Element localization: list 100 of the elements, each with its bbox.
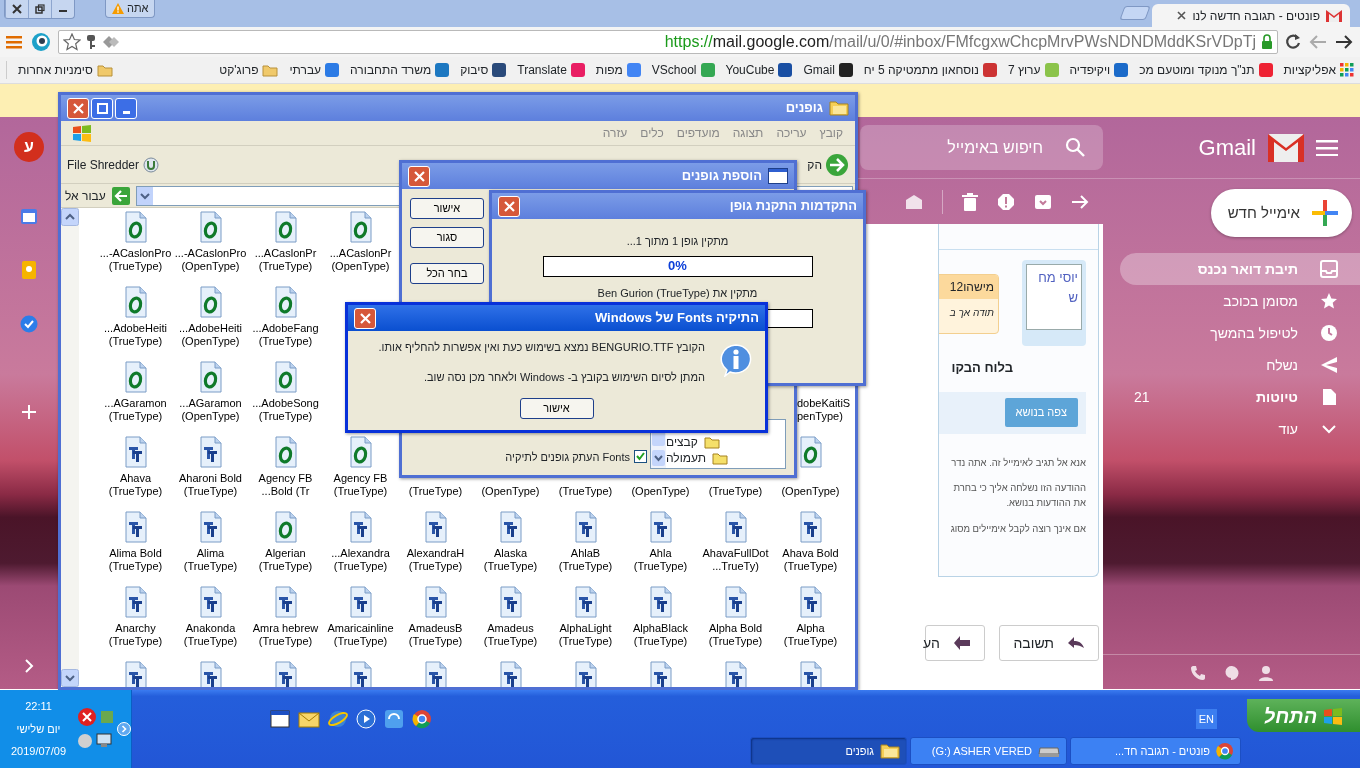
menu-item[interactable]: תצוגה <box>732 124 764 142</box>
font-type: (TrueType) <box>558 560 613 573</box>
menu-icon[interactable] <box>6 34 24 50</box>
font-type: (TrueType) <box>483 635 538 648</box>
reload-icon[interactable] <box>1284 33 1302 51</box>
nav-item[interactable]: עוד <box>1120 413 1360 445</box>
close-icon[interactable] <box>1177 11 1187 20</box>
font-type: (TrueType) <box>108 635 163 648</box>
chevron-icon[interactable] <box>117 722 131 736</box>
start-button[interactable]: התחל <box>1247 699 1360 732</box>
font-type: (TrueType) <box>258 560 313 573</box>
back-button[interactable]: הק <box>807 152 849 177</box>
view-topic-button[interactable]: צפה בנושא <box>1004 398 1078 427</box>
bookmark-label: משרד התחבורה <box>350 62 432 79</box>
file-name: ...AdobeHeiti <box>179 322 242 335</box>
star-icon[interactable] <box>63 33 81 51</box>
scrollbar[interactable] <box>61 208 79 687</box>
nav-item[interactable]: נשלח <box>1120 349 1360 381</box>
calendar-icon[interactable] <box>20 207 38 225</box>
menu-item[interactable]: עריכה <box>776 124 807 142</box>
bookmark-label[interactable]: סימניות אחרות <box>18 61 93 79</box>
checkbox[interactable] <box>634 450 647 464</box>
dropdown-icon[interactable] <box>136 186 153 205</box>
taskbar-button[interactable]: פונטים - תגובה חד... <box>1070 737 1241 765</box>
nav-item[interactable]: מסומן בכוכב <box>1120 285 1360 317</box>
key-icon[interactable] <box>86 34 96 50</box>
taskbar-button[interactable]: (G:) ASHER VERED <box>910 737 1067 765</box>
browser-tab[interactable]: פונטים - תגובה חדשה לנו <box>1152 4 1350 27</box>
plus-icon[interactable] <box>22 405 36 419</box>
file-name: Alpha Bold <box>708 622 763 635</box>
file-shredder-button[interactable]: File Shredder <box>67 155 160 174</box>
font-type: (OpenType) <box>481 485 540 498</box>
taskbar-button[interactable]: גופנים <box>750 737 907 765</box>
file-name: ...Alexandra <box>331 547 390 560</box>
star-icon <box>1320 292 1338 310</box>
ok-button[interactable]: אישור <box>519 398 594 419</box>
file-name: Alpha <box>796 622 825 635</box>
drive-icon <box>1038 744 1060 758</box>
folder-icon <box>712 451 729 465</box>
file-name: AhlaB <box>570 547 601 560</box>
file-name: ...-ACaslonPro <box>174 247 247 260</box>
nav-item[interactable]: לטיפול בהמשך <box>1120 317 1360 349</box>
font-type: (TrueType) <box>558 635 613 648</box>
close-icon <box>503 200 515 212</box>
bookmark-label: אפליקציות <box>1283 62 1336 79</box>
browser-icon[interactable] <box>412 708 432 729</box>
avatar[interactable]: ע <box>14 132 44 162</box>
chat-icon[interactable] <box>1224 665 1240 681</box>
windows-flag-icon <box>71 123 93 143</box>
language-indicator[interactable]: EN <box>1195 708 1217 730</box>
forward-arrow-icon[interactable] <box>1334 34 1354 50</box>
font-type: (TrueType) <box>183 560 238 573</box>
reply-button[interactable]: תשובה <box>999 625 1099 661</box>
profile-button[interactable]: אתה <box>105 0 156 18</box>
file-name: Ahava Bold <box>782 547 839 560</box>
detail-field <box>766 309 813 328</box>
forward-arrow-icon <box>954 636 970 650</box>
menu-item[interactable]: עזרה <box>602 124 628 142</box>
trash-icon[interactable] <box>962 192 978 211</box>
dialog-button[interactable]: אישור <box>410 198 484 219</box>
font-type: (OpenType) <box>181 335 240 348</box>
archive-icon[interactable] <box>1034 192 1052 211</box>
check-icon <box>636 452 645 462</box>
chevron-icon[interactable] <box>24 659 34 673</box>
bookmark-label: עברתי <box>289 62 322 79</box>
restore-icon <box>35 4 45 14</box>
forward-button[interactable]: הע <box>925 625 985 661</box>
ring-icon[interactable] <box>30 31 52 53</box>
site-icon <box>492 63 507 77</box>
go-arrow-icon[interactable] <box>111 186 130 205</box>
window-icon[interactable] <box>270 708 290 729</box>
person-icon[interactable] <box>1258 665 1274 681</box>
font-type: (TrueType) <box>408 485 463 498</box>
menu-item[interactable]: מועדפים <box>676 124 720 142</box>
address-bar[interactable]: https://mail.google.com/mail/u/0/#inbox/FMfcgxwChcpMrvPWsNDNDMddKSrVDpTj <box>58 30 1278 54</box>
bookmark-label: פרוג'קט <box>219 62 259 79</box>
phone-icon[interactable] <box>1190 665 1206 681</box>
file-name: Agency FB <box>258 472 313 485</box>
message-text: המתן לסיום השימוש בקובץ ב- Windows ולאחר מכן נסה שוב. <box>422 369 705 385</box>
folder-item[interactable]: תעמולה <box>666 450 729 466</box>
media-player-icon[interactable] <box>356 708 376 729</box>
diamond-icon[interactable] <box>101 34 121 50</box>
dialog-title: התיקיה Fonts של Windows <box>594 309 759 328</box>
window-title: גופנים <box>785 99 823 118</box>
menu-item[interactable]: כלים <box>640 124 664 142</box>
menu-icon[interactable] <box>1316 139 1338 156</box>
globe-icon[interactable] <box>328 708 348 729</box>
checklist-icon[interactable] <box>20 315 38 333</box>
dialog-button[interactable]: בחר הכל <box>410 263 484 284</box>
font-type: (TrueType) <box>183 485 238 498</box>
plus-icon <box>1312 200 1338 226</box>
maximize-button[interactable] <box>91 97 113 119</box>
font-type: (TrueType) <box>258 335 313 348</box>
spam-icon[interactable] <box>997 192 1015 211</box>
dialog-button[interactable]: סגור <box>410 227 484 248</box>
back-arrow-icon[interactable] <box>1308 34 1328 50</box>
folder-item[interactable]: קבצים <box>666 434 720 450</box>
menu-item[interactable]: קובץ <box>819 124 843 142</box>
browser-icon <box>1216 742 1234 760</box>
compose-button[interactable]: אימייל חדש <box>1211 189 1352 237</box>
